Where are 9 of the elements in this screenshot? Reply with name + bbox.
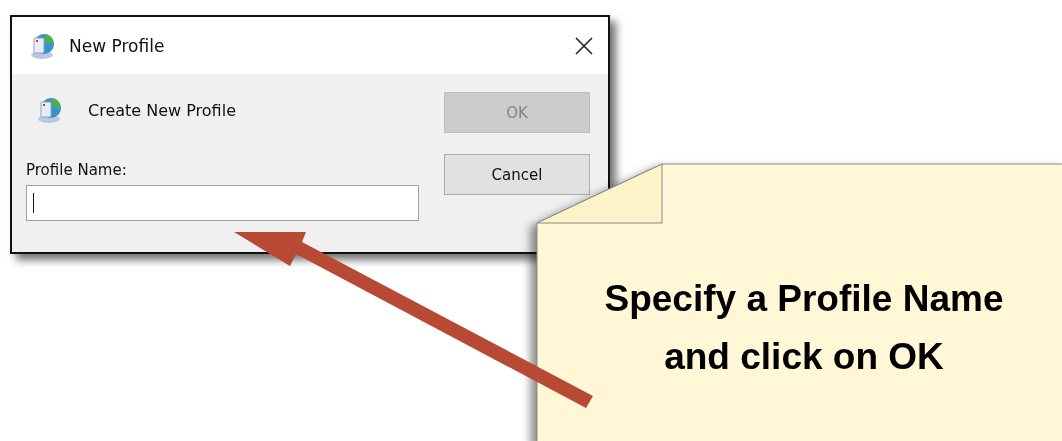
- close-button[interactable]: [574, 35, 594, 56]
- field-label: Profile Name:: [26, 161, 128, 179]
- profile-icon: [29, 31, 57, 60]
- callout-text: Specify a Profile Name and click on OK: [603, 277, 1005, 379]
- dialog-heading: Create New Profile: [88, 100, 236, 120]
- window-title: New Profile: [69, 35, 166, 56]
- profile-name-field[interactable]: [26, 185, 419, 221]
- profile-icon: [36, 96, 64, 124]
- dialog-button[interactable]: Cancel: [444, 154, 590, 195]
